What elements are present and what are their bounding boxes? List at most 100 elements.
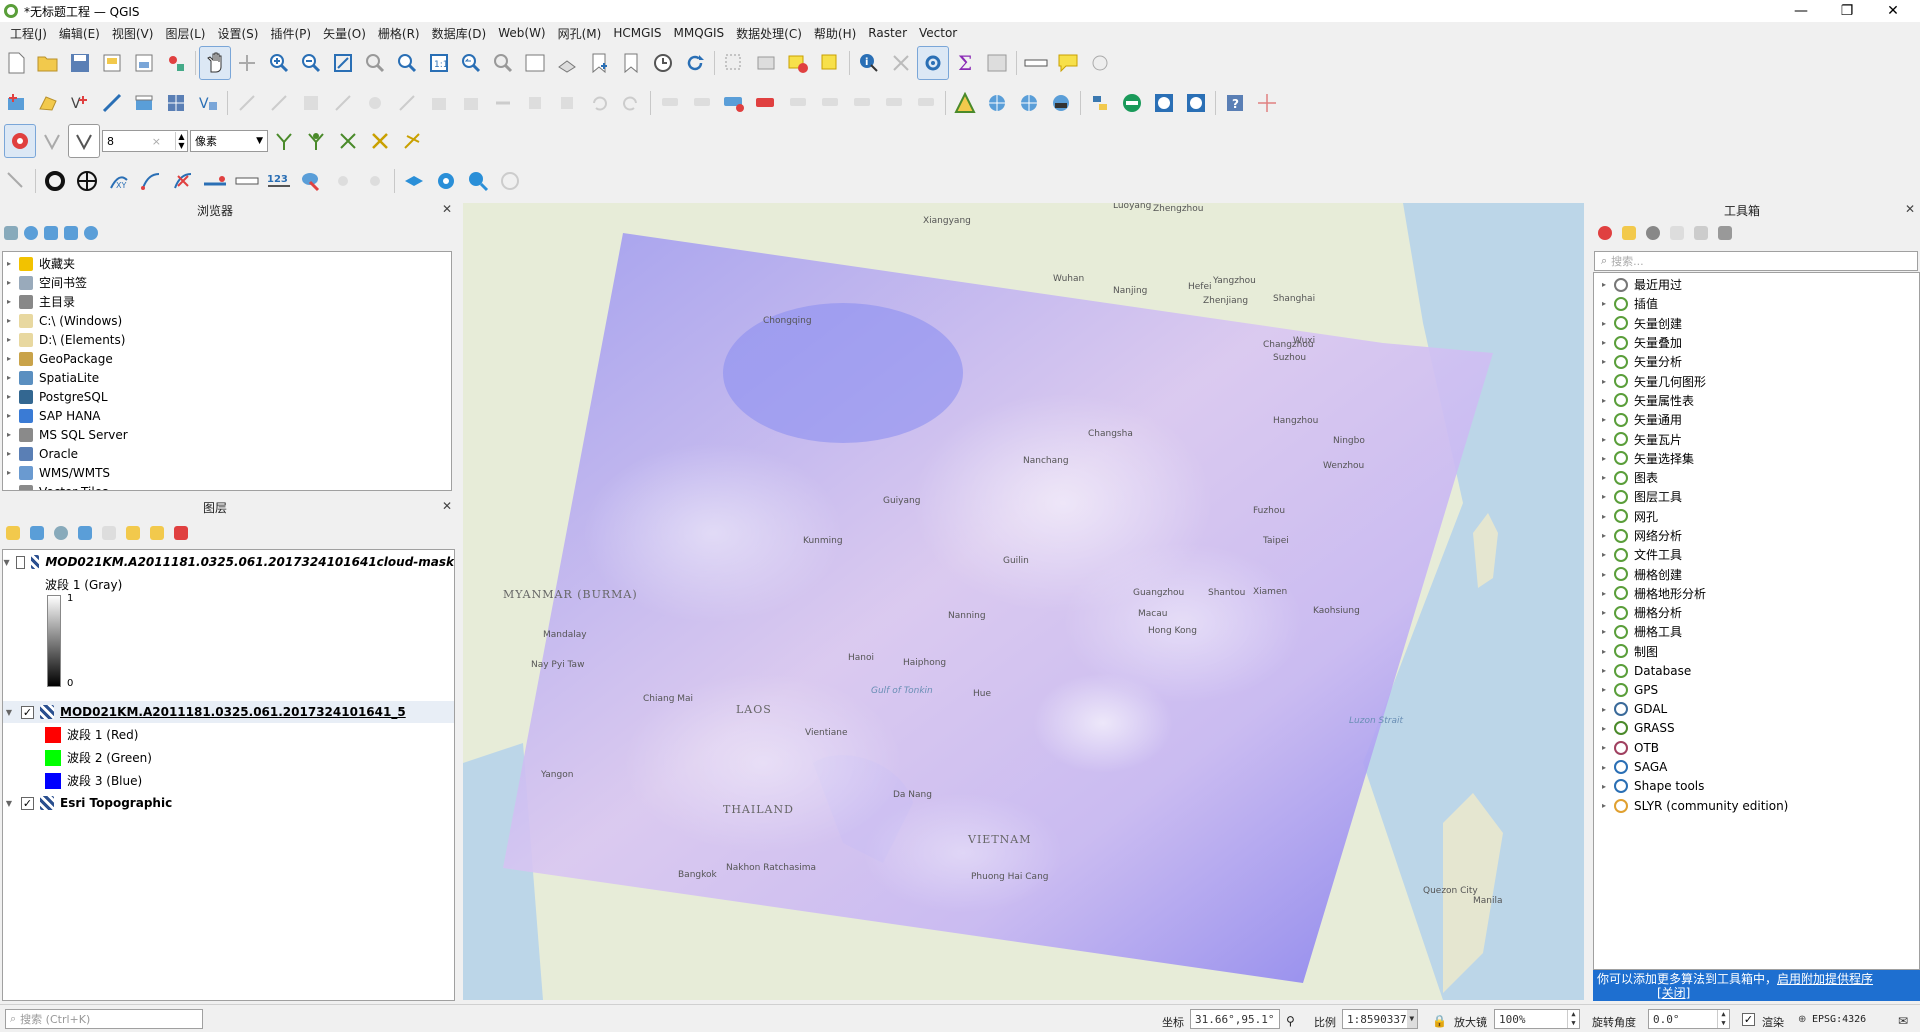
layer-checkbox-checked[interactable]: ✓ (21, 705, 34, 719)
expand-arrow-icon[interactable]: ▸ (1598, 377, 1610, 386)
new-layout-icon[interactable] (96, 46, 128, 80)
crs-globe-icon[interactable]: ⊕ (1798, 1014, 1806, 1025)
redo-icon[interactable] (615, 86, 647, 120)
label-diagram-icon[interactable] (910, 86, 942, 120)
toolbox-item[interactable]: ▸ Database (1594, 661, 1919, 680)
expand-arrow-icon[interactable]: ▸ (3, 373, 15, 382)
label-tool-1-icon[interactable] (654, 86, 686, 120)
label-properties-icon[interactable] (878, 86, 910, 120)
manage-map-themes-icon[interactable] (54, 526, 68, 540)
expand-arrow-icon[interactable]: ▸ (1598, 338, 1610, 347)
browser-close-icon[interactable]: ✕ (442, 202, 452, 216)
expand-arrow-icon[interactable]: ▸ (1598, 531, 1610, 540)
save-project-icon[interactable] (64, 46, 96, 80)
toolbox-item[interactable]: ▸ 矢量瓦片 (1594, 429, 1919, 448)
measure-icon[interactable] (1020, 46, 1052, 80)
number-tool-icon[interactable]: 123 (263, 164, 295, 198)
expand-arrow-icon[interactable]: ▸ (1598, 782, 1610, 791)
history-icon[interactable] (1646, 226, 1660, 240)
expand-arrow-icon[interactable]: ▸ (3, 278, 15, 287)
expand-arrow-icon[interactable]: ▸ (1598, 280, 1610, 289)
browser-item[interactable]: ▸ PostgreSQL (3, 387, 451, 406)
select-by-value-icon[interactable] (814, 46, 846, 80)
refresh-browser-icon[interactable] (24, 226, 38, 240)
filter-legend-icon[interactable] (78, 526, 92, 540)
expand-arrow-icon[interactable]: ▸ (1598, 589, 1610, 598)
toolbox-item[interactable]: ▸ 矢量叠加 (1594, 333, 1919, 352)
menu-edit[interactable]: 编辑(E) (53, 25, 106, 42)
disabled-tool-1-icon[interactable] (327, 164, 359, 198)
new-project-icon[interactable] (0, 46, 32, 80)
menu-project[interactable]: 工程(J) (4, 25, 53, 42)
filter-expression-icon[interactable] (102, 526, 116, 540)
results-icon[interactable] (1670, 226, 1684, 240)
edit-tool-3-icon[interactable] (295, 86, 327, 120)
toolbox-item[interactable]: ▸ GPS (1594, 680, 1919, 699)
menu-raster-plugin[interactable]: Raster (862, 26, 913, 40)
close-button[interactable]: ✕ (1870, 0, 1916, 22)
map-canvas[interactable]: Luoyang Zhengzhou Xiangyang Wuhan Nanjing Hef… (463, 203, 1584, 1000)
browser-item[interactable]: ▸ GeoPackage (3, 349, 451, 368)
expand-arrow-icon[interactable]: ▸ (3, 297, 15, 306)
expand-icon[interactable]: ▼ (3, 708, 15, 717)
add-group-icon[interactable] (30, 526, 44, 540)
zoom-selection-icon[interactable] (359, 46, 391, 80)
expand-arrow-icon[interactable]: ▸ (3, 468, 15, 477)
label-tool-2-icon[interactable] (686, 86, 718, 120)
coordinate-field[interactable]: 31.66°,95.1° (1190, 1009, 1280, 1029)
label-hide-icon[interactable] (750, 86, 782, 120)
zoom-blue-icon[interactable] (462, 164, 494, 198)
digitize-icon[interactable] (96, 86, 128, 120)
lock-scale-icon[interactable]: 🔒 (1432, 1014, 1447, 1028)
crosshair-target-icon[interactable] (71, 164, 103, 198)
properties-browser-icon[interactable] (84, 226, 98, 240)
menu-hcmgis[interactable]: HCMGIS (607, 26, 667, 40)
toolbox-item[interactable]: ▸ 栅格地形分析 (1594, 584, 1919, 603)
expand-arrow-icon[interactable]: ▸ (1598, 319, 1610, 328)
plugin-car-icon[interactable] (1045, 86, 1077, 120)
disabled-globe-icon[interactable] (494, 164, 526, 198)
toolbox-item[interactable]: ▸ SLYR (community edition) (1594, 796, 1919, 815)
add-delimited-text-icon[interactable]: V (64, 86, 96, 120)
toolbox-item[interactable]: ▸ GRASS (1594, 719, 1919, 738)
toolbox-item[interactable]: ▸ OTB (1594, 738, 1919, 757)
browser-item[interactable]: ▸ 主目录 (3, 292, 451, 311)
expand-arrow-icon[interactable]: ▸ (3, 487, 15, 490)
toolbox-item[interactable]: ▸ 矢量属性表 (1594, 391, 1919, 410)
expand-arrow-icon[interactable]: ▸ (3, 430, 15, 439)
add-raster-icon[interactable] (128, 86, 160, 120)
statistics-icon[interactable]: Σ (949, 46, 981, 80)
expand-arrow-icon[interactable]: ▸ (1598, 763, 1610, 772)
menu-mmqgis[interactable]: MMQGIS (668, 26, 731, 40)
undo-icon[interactable] (583, 86, 615, 120)
expand-icon[interactable]: ▼ (3, 558, 10, 567)
menu-layer[interactable]: 图层(L) (159, 25, 211, 42)
browser-item[interactable]: ▸ WMS/WMTS (3, 463, 451, 482)
expand-arrow-icon[interactable]: ▸ (3, 259, 15, 268)
zoom-native-icon[interactable]: 1:1 (423, 46, 455, 80)
minimize-button[interactable]: — (1778, 0, 1824, 22)
expand-arrow-icon[interactable]: ▸ (3, 316, 15, 325)
snapping-mode-icon[interactable] (36, 124, 68, 158)
expand-arrow-icon[interactable]: ▸ (3, 411, 15, 420)
circle-tool-icon[interactable] (39, 164, 71, 198)
expand-arrow-icon[interactable]: ▸ (3, 335, 15, 344)
expand-arrow-icon[interactable]: ▸ (3, 449, 15, 458)
show-bookmarks-icon[interactable] (615, 46, 647, 80)
bezier-tool-icon[interactable] (199, 164, 231, 198)
snap-tool-5-icon[interactable] (396, 124, 428, 158)
layer-row-modis[interactable]: ▼ ✓ MOD021KM.A2011181.0325.061.201732410… (3, 701, 454, 723)
style-manager-icon[interactable] (160, 46, 192, 80)
expand-arrow-icon[interactable]: ▸ (1598, 492, 1610, 501)
layer-checkbox-unchecked[interactable] (16, 555, 25, 569)
layer-stack-icon[interactable] (398, 164, 430, 198)
edit-tool-1-icon[interactable] (231, 86, 263, 120)
collapse-all-icon[interactable] (64, 226, 78, 240)
mouse-coord-toggle-icon[interactable]: ⚲ (1286, 1014, 1295, 1028)
menu-raster[interactable]: 栅格(R) (372, 25, 426, 42)
toolbox-item[interactable]: ▸ 矢量几何图形 (1594, 371, 1919, 390)
pan-to-selection-icon[interactable] (231, 46, 263, 80)
zoom-in-icon[interactable] (263, 46, 295, 80)
edit-tool-2-icon[interactable] (263, 86, 295, 120)
snap-tool-1-icon[interactable] (268, 124, 300, 158)
